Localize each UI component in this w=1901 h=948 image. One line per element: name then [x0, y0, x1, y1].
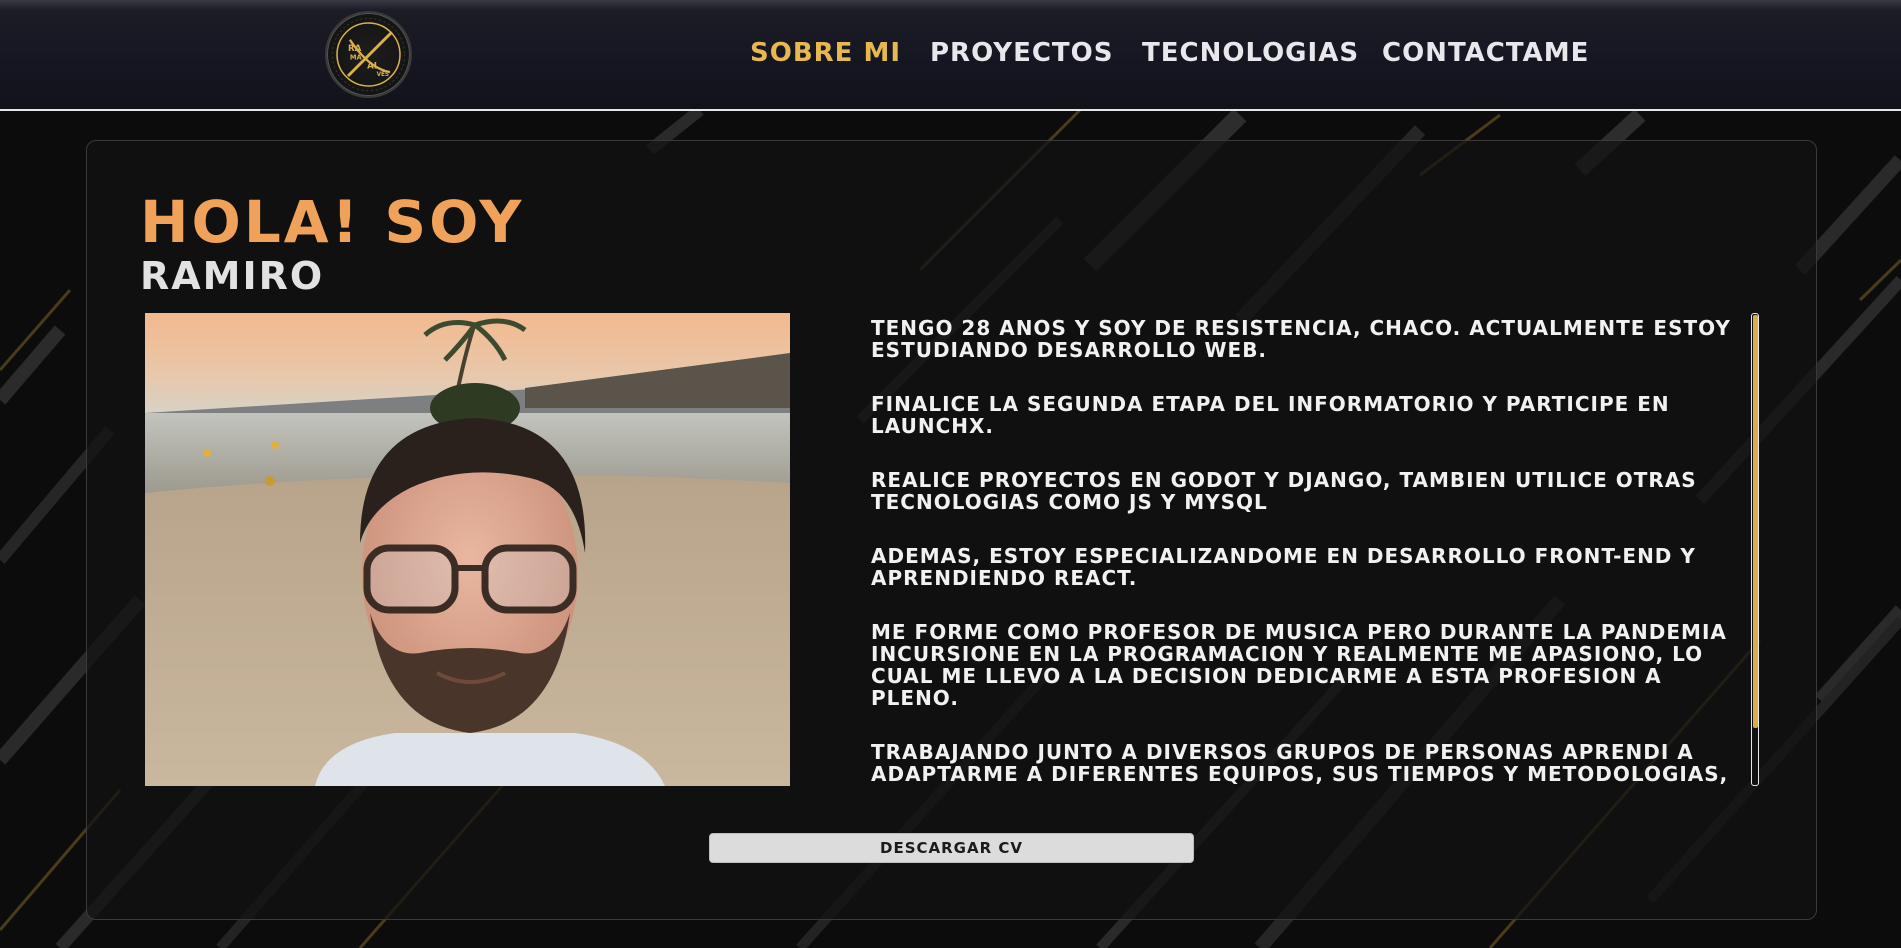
name-heading: RAMIRO [140, 254, 325, 298]
profile-photo [145, 313, 790, 786]
about-paragraph: Trabajando junto a diversos grupos de pe… [871, 740, 1729, 786]
about-text-scroll[interactable]: Tengo 28 anos y soy de Resistencia, Chac… [871, 313, 1771, 786]
about-paragraph: Ademas, estoy especializandome en desarr… [871, 544, 1696, 590]
site-logo[interactable]: RA MA AL VES [325, 11, 412, 98]
about-paragraph: Realice proyectos en Godot y Django, tam… [871, 468, 1697, 514]
logo-text: RA [348, 44, 362, 54]
about-paragraph: Me forme como profesor de musica pero du… [871, 620, 1727, 710]
logo-text: VES [377, 72, 389, 78]
nav-link-sobre-mi[interactable]: SOBRE MI [750, 38, 901, 68]
download-cv-button[interactable]: DESCARGAR CV [709, 833, 1194, 863]
nav-link-contactame[interactable]: CONTACTAME [1382, 38, 1589, 68]
logo-emblem-icon: RA MA AL VES [331, 17, 406, 92]
about-paragraph: Finalice la segunda etapa del Informator… [871, 392, 1670, 438]
about-scrollbar[interactable] [1751, 313, 1759, 786]
about-text: Tengo 28 anos y soy de Resistencia, Chac… [871, 317, 1751, 786]
about-paragraph: Tengo 28 anos y soy de Resistencia, Chac… [871, 316, 1731, 362]
about-scrollbar-thumb[interactable] [1753, 315, 1758, 728]
about-card: HOLA! SOY RAMIRO TENGO 28 ANOS Y SOY DE … [86, 140, 1817, 920]
site-header: RA MA AL VES SOBRE MI PROYECTOS TECNOLOG… [0, 0, 1901, 111]
logo-text: MA [350, 54, 363, 62]
nav-link-tecnologias[interactable]: TECNOLOGIAS [1142, 38, 1359, 68]
greeting-heading: HOLA! SOY [140, 188, 525, 256]
logo-text: AL [367, 61, 380, 71]
nav-link-proyectos[interactable]: PROYECTOS [930, 38, 1113, 68]
